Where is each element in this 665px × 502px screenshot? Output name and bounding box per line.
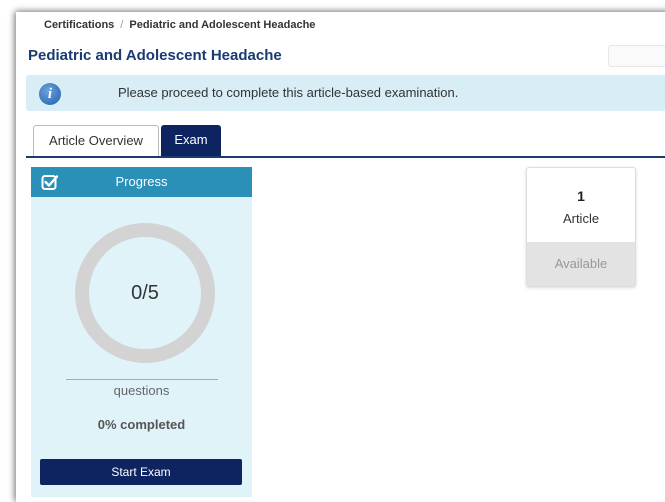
article-card[interactable]: 1 Article Available <box>526 167 636 287</box>
breadcrumb-separator: / <box>120 19 124 31</box>
tab-exam[interactable]: Exam <box>161 125 221 156</box>
breadcrumb-current: Pediatric and Adolescent Headache <box>129 19 316 31</box>
questions-label: questions <box>113 383 170 398</box>
breadcrumb-certifications-link[interactable]: Certifications <box>44 19 114 31</box>
breadcrumb: Certifications / Pediatric and Adolescent … <box>44 19 315 31</box>
progress-panel: Progress 0/5 questions 0% completed Star… <box>31 167 252 497</box>
article-status: Available <box>527 242 635 286</box>
start-exam-button[interactable]: Start Exam <box>40 459 242 485</box>
checkbox-icon <box>41 175 59 190</box>
article-label: Article <box>562 211 600 226</box>
page-title: Pediatric and Adolescent Headache <box>28 47 282 64</box>
progress-title: Progress <box>115 174 168 189</box>
tab-article-overview[interactable]: Article Overview <box>33 125 159 156</box>
top-right-field[interactable] <box>608 45 665 67</box>
exam-page: Certifications / Pediatric and Adolescent … <box>16 12 665 502</box>
banner-message: Please proceed to complete this article-… <box>118 85 459 100</box>
progress-value: 0/5 <box>131 282 159 304</box>
progress-divider <box>66 379 218 380</box>
progress-header: Progress <box>31 167 252 197</box>
article-count: 1 <box>577 188 585 204</box>
info-icon: i <box>39 83 61 105</box>
completed-percentage: 0% completed <box>97 417 186 432</box>
info-banner: i Please proceed to complete this articl… <box>26 75 665 111</box>
tabs-underline <box>26 156 665 158</box>
